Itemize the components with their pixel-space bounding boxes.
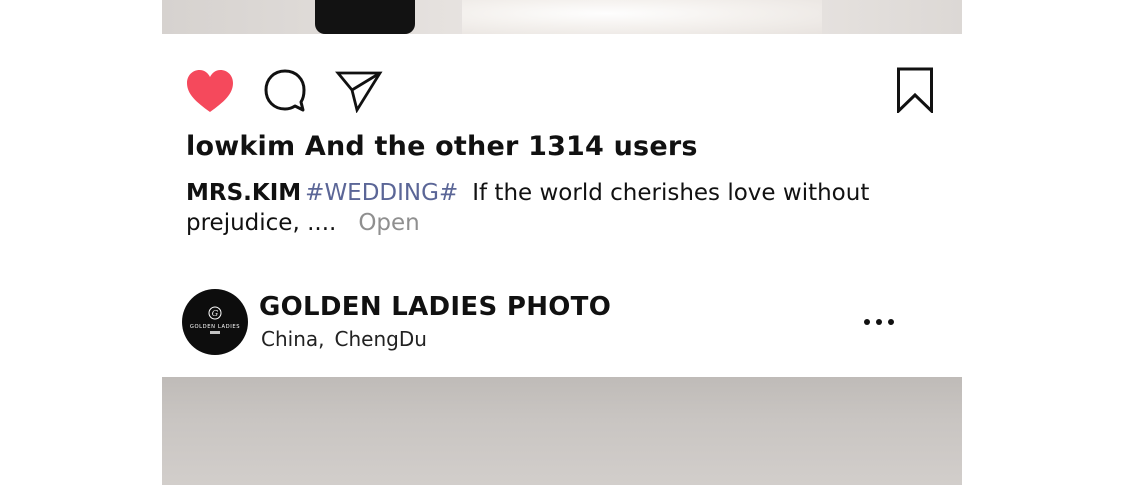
caption-open-link[interactable]: Open [358, 210, 419, 236]
more-options-button[interactable] [864, 316, 894, 328]
photo-bride-dress [462, 0, 822, 34]
svg-text:GOLDEN LADIES: GOLDEN LADIES [190, 324, 240, 330]
post-image-top[interactable] [162, 0, 962, 34]
comment-button[interactable] [263, 68, 307, 114]
post-image-next[interactable] [162, 377, 962, 485]
caption-hashtag[interactable]: #WEDDING# [305, 180, 458, 206]
comment-icon [264, 69, 306, 112]
feed-view: lowkim And the other 1314 users MRS.KIM #… [0, 0, 1125, 485]
avatar[interactable]: G GOLDEN LADIES [182, 289, 248, 355]
more-horizontal-icon [888, 319, 894, 325]
post-actions [185, 66, 383, 116]
share-button[interactable] [335, 69, 383, 113]
save-button[interactable] [896, 67, 934, 117]
caption-username[interactable]: MRS.KIM [186, 180, 301, 206]
bookmark-icon [897, 67, 933, 115]
location-country: China, [261, 327, 325, 351]
location-city: ChengDu [334, 327, 427, 351]
post-caption: MRS.KIM #WEDDING# If the world cherishes l… [186, 178, 876, 238]
more-horizontal-icon [876, 319, 882, 325]
likes-summary[interactable]: lowkim And the other 1314 users [186, 131, 698, 162]
more-horizontal-icon [864, 319, 870, 325]
post-location[interactable]: China, ChengDu [261, 327, 427, 351]
svg-text:G: G [212, 309, 219, 318]
account-name[interactable]: GOLDEN LADIES PHOTO [259, 292, 611, 322]
like-button[interactable] [185, 68, 235, 114]
send-icon [335, 71, 383, 113]
photo-groom-suit [315, 0, 415, 34]
heart-icon [187, 70, 233, 112]
golden-ladies-logo: G GOLDEN LADIES [190, 306, 240, 334]
